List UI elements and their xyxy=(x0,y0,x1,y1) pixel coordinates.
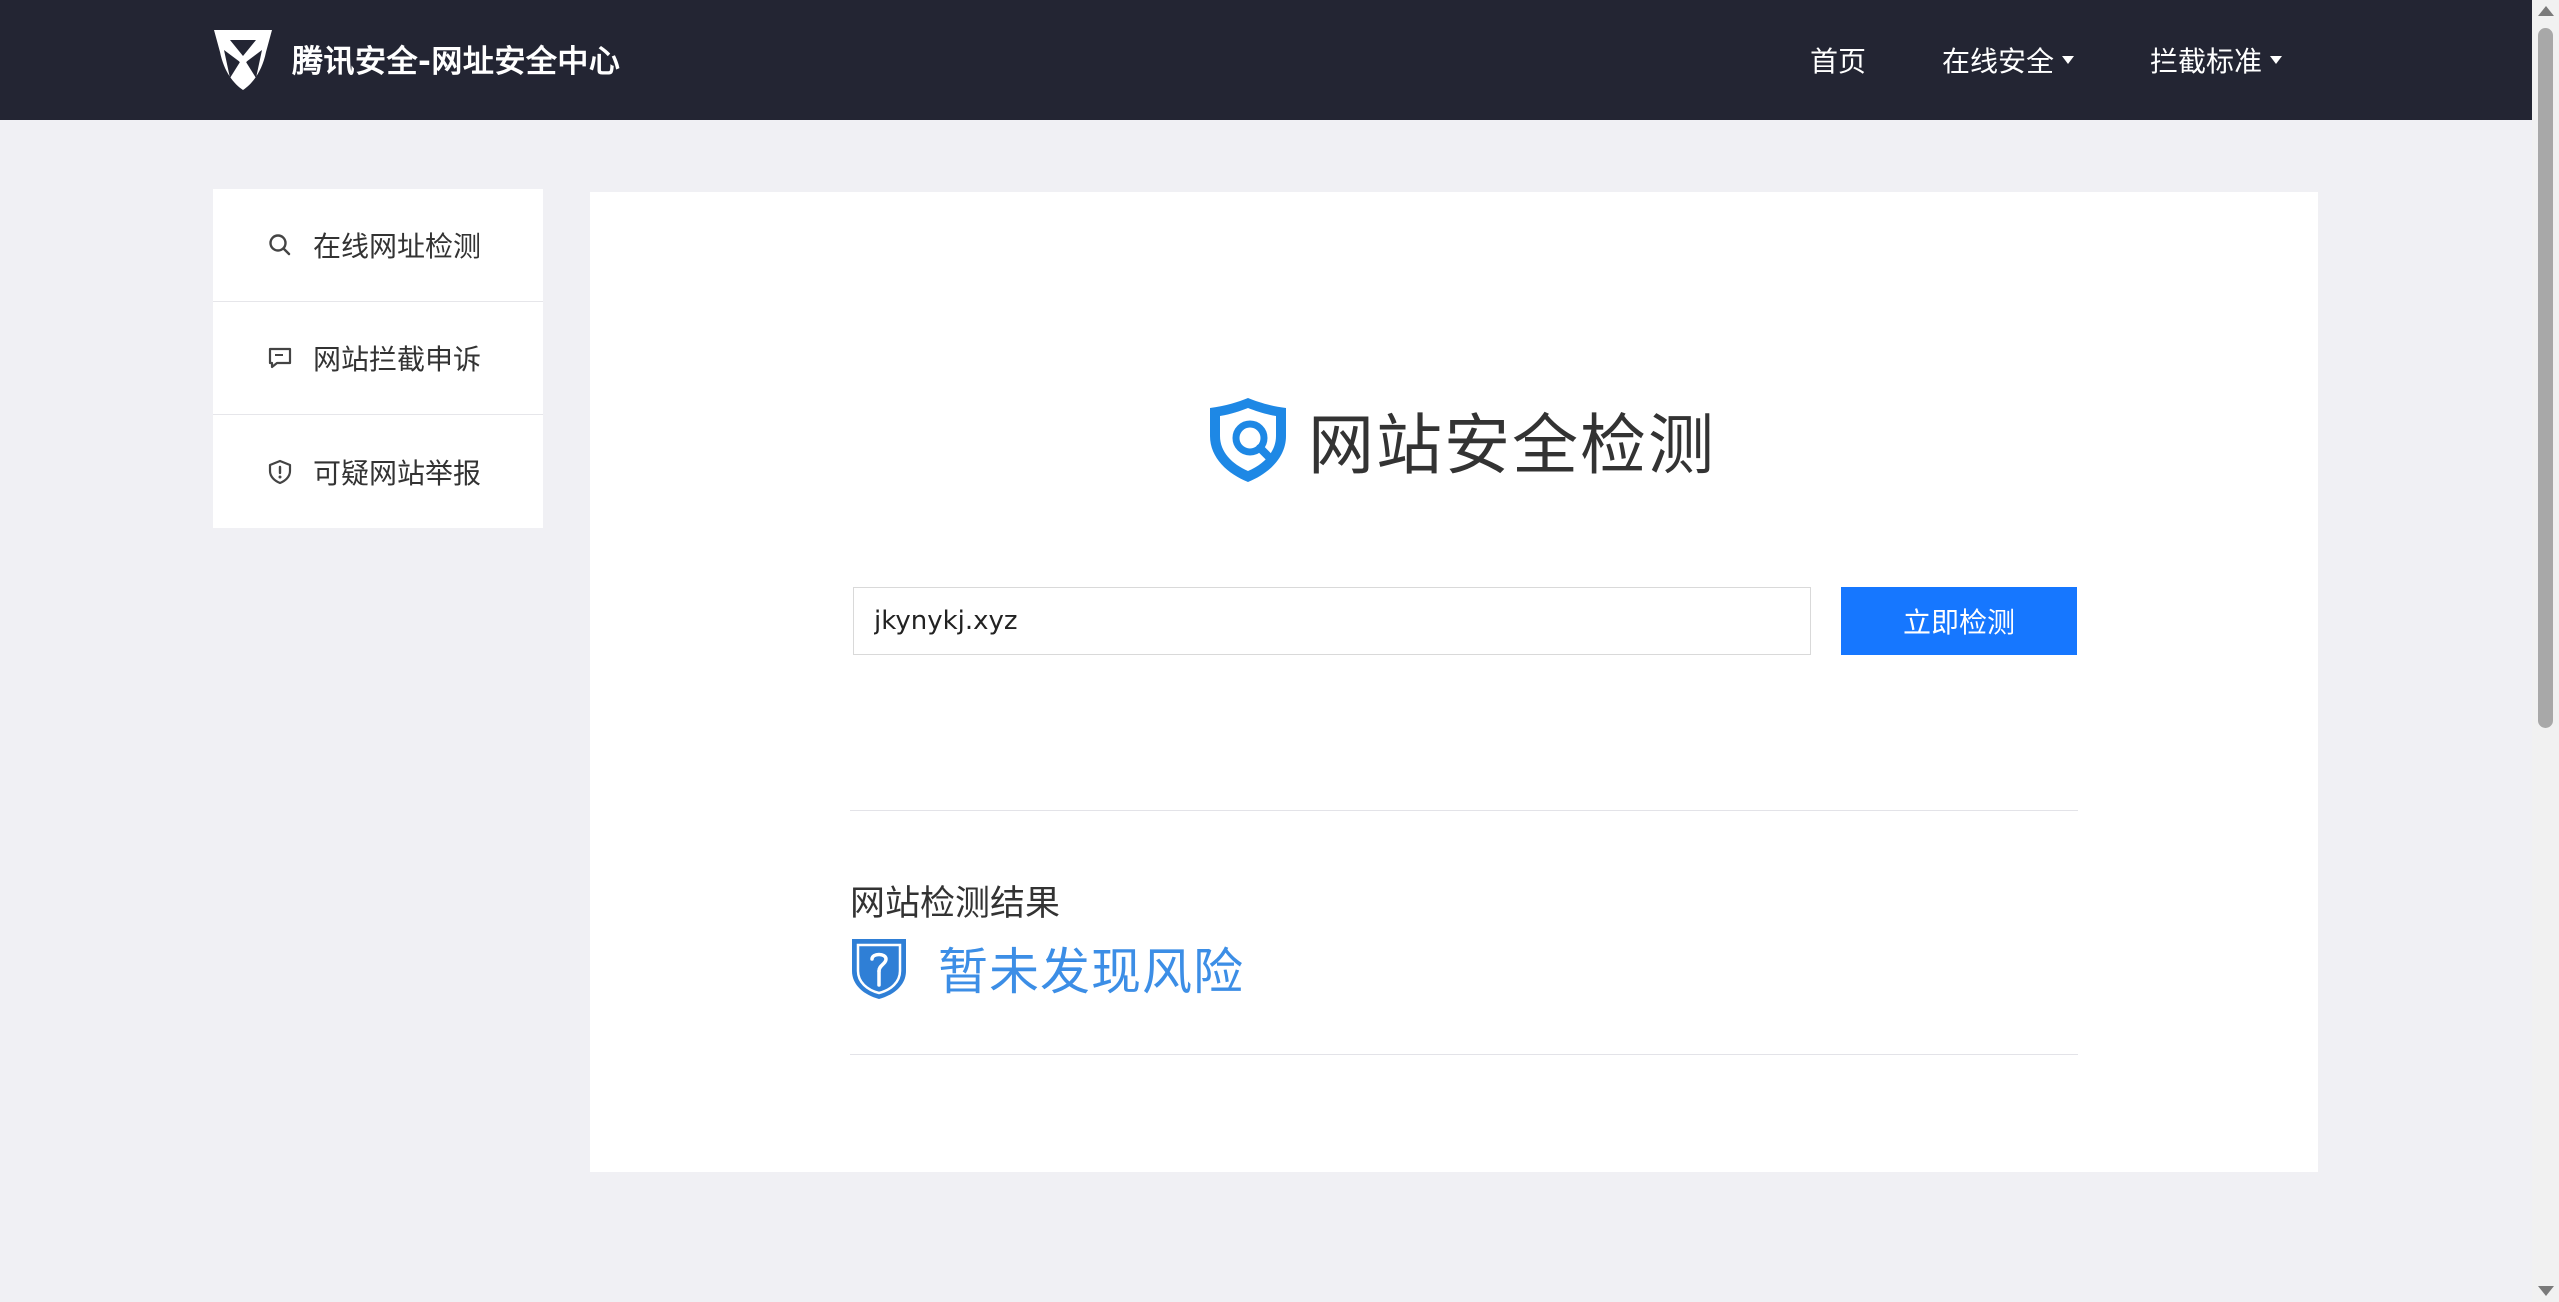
main-card: 网站安全检测 立即检测 网站检测结果 暂未发现风险 xyxy=(590,192,2318,1172)
sidebar-item-label: 可疑网站举报 xyxy=(313,456,482,490)
main-nav: 首页 在线安全 拦截标准 xyxy=(1734,0,2282,120)
sidebar-item-label: 网站拦截申诉 xyxy=(313,343,482,376)
site-title: 腾讯安全-网址安全中心 xyxy=(292,43,621,80)
result-status: 暂未发现风险 xyxy=(938,943,1244,1001)
result-title: 网站检测结果 xyxy=(850,884,1061,924)
divider xyxy=(850,1054,2078,1055)
sidebar: 在线网址检测 网站拦截申诉 可疑网站举报 xyxy=(213,189,543,528)
nav-block-standard-label: 拦截标准 xyxy=(2149,45,2262,78)
check-now-button[interactable]: 立即检测 xyxy=(1841,587,2077,655)
hero-title: 网站安全检测 xyxy=(1308,407,1716,484)
sidebar-item-online-check[interactable]: 在线网址检测 xyxy=(213,189,543,302)
nav-online-security[interactable]: 在线安全 xyxy=(1942,40,2074,80)
comment-icon xyxy=(268,347,292,369)
nav-home-label: 首页 xyxy=(1809,45,1866,78)
divider xyxy=(850,810,2078,811)
page-scrollbar[interactable] xyxy=(2532,0,2559,1302)
sidebar-item-appeal[interactable]: 网站拦截申诉 xyxy=(213,302,543,415)
result-row: 暂未发现风险 xyxy=(850,932,1244,1004)
top-navbar: 腾讯安全-网址安全中心 首页 在线安全 拦截标准 xyxy=(0,0,2532,120)
caret-down-icon xyxy=(2270,56,2282,64)
caret-down-icon xyxy=(2061,56,2074,64)
shield-search-icon xyxy=(1210,398,1286,482)
search-icon xyxy=(269,234,291,256)
url-input[interactable] xyxy=(853,587,1811,655)
scroll-up-icon[interactable] xyxy=(2538,6,2554,16)
nav-online-security-label: 在线安全 xyxy=(1941,45,2054,78)
shield-question-icon xyxy=(852,939,906,999)
scroll-thumb[interactable] xyxy=(2538,28,2553,728)
nav-block-standard[interactable]: 拦截标准 xyxy=(2150,40,2282,80)
site-logo[interactable]: 腾讯安全-网址安全中心 xyxy=(208,22,620,94)
hero-heading: 网站安全检测 xyxy=(1204,392,1716,488)
nav-home[interactable]: 首页 xyxy=(1810,40,1866,80)
scroll-down-icon[interactable] xyxy=(2538,1286,2554,1296)
shield-alert-icon xyxy=(268,459,292,484)
sidebar-item-label: 在线网址检测 xyxy=(313,230,482,263)
sidebar-item-report[interactable]: 可疑网站举报 xyxy=(213,415,543,528)
tencent-security-logo-icon xyxy=(214,30,272,90)
